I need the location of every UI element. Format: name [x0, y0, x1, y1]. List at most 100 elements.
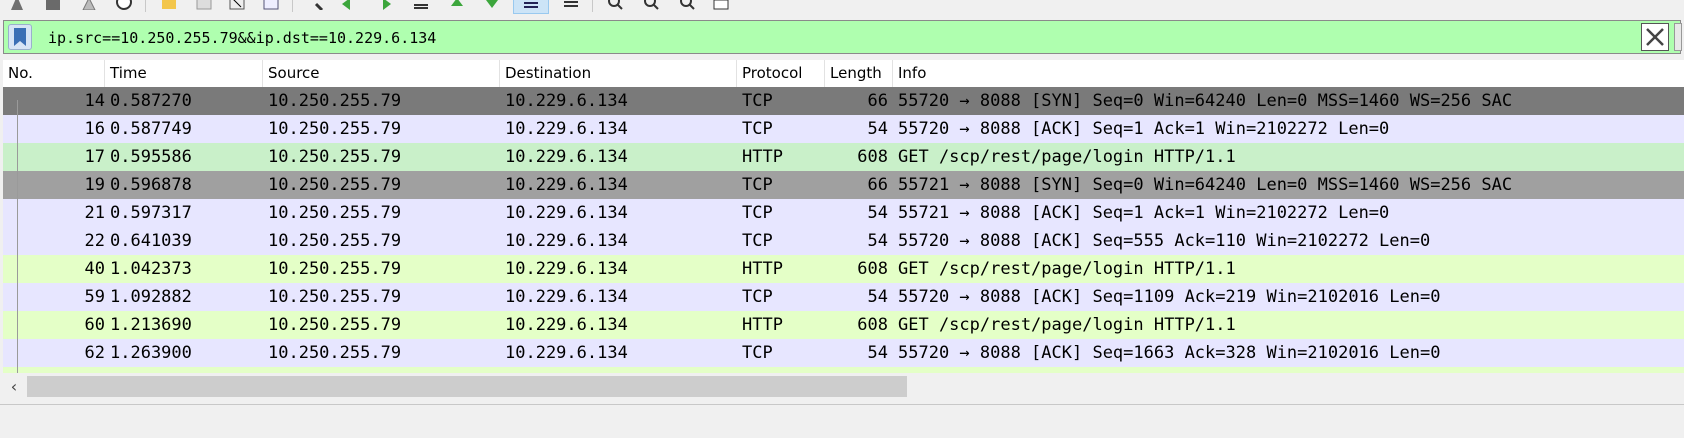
column-header-source[interactable]: Source	[263, 60, 500, 87]
packet-time: 1.213690	[110, 315, 192, 335]
packet-time: 0.641039	[110, 231, 192, 251]
go-back-icon[interactable]	[340, 0, 358, 10]
packet-no: 19	[84, 175, 105, 195]
packet-time: 1.092882	[110, 287, 192, 307]
packet-row[interactable]: 14 0.587270 10.250.255.79 10.229.6.134 T…	[3, 87, 1684, 115]
packet-row[interactable]: 21 0.597317 10.250.255.79 10.229.6.134 T…	[3, 199, 1684, 227]
packet-row[interactable]: 59 1.092882 10.250.255.79 10.229.6.134 T…	[3, 283, 1684, 311]
packet-row[interactable]: 22 0.641039 10.250.255.79 10.229.6.134 T…	[3, 227, 1684, 255]
packet-length: 54	[867, 231, 888, 251]
packet-destination: 10.229.6.134	[505, 259, 628, 279]
display-filter-input[interactable]: ip.src==10.250.255.79&&ip.dst==10.229.6.…	[48, 21, 436, 53]
column-header-protocol[interactable]: Protocol	[737, 60, 825, 87]
find-packet-icon[interactable]	[308, 0, 326, 10]
packet-no: 22	[84, 231, 105, 251]
packet-row[interactable]: 62 1.263900 10.250.255.79 10.229.6.134 T…	[3, 339, 1684, 367]
stop-icon[interactable]	[44, 0, 62, 10]
column-header-no[interactable]: No.	[3, 60, 105, 87]
packet-length: 54	[867, 203, 888, 223]
packet-info: 55720 → 8088 [ACK] Seq=1663 Ack=328 Win=…	[898, 343, 1441, 363]
resize-columns-icon[interactable]	[712, 0, 730, 10]
open-icon[interactable]	[160, 0, 178, 10]
restart-icon[interactable]	[80, 0, 98, 10]
column-header-info[interactable]: Info	[893, 60, 1684, 87]
packet-protocol: TCP	[742, 175, 773, 195]
packet-source: 10.250.255.79	[268, 259, 402, 279]
packet-destination: 10.229.6.134	[505, 287, 628, 307]
packet-length: 54	[867, 119, 888, 139]
packet-no: 40	[84, 259, 105, 279]
options-icon[interactable]	[115, 0, 133, 10]
packet-row[interactable]: 16 0.587749 10.250.255.79 10.229.6.134 T…	[3, 115, 1684, 143]
packet-no: 62	[84, 343, 105, 363]
packet-length: 54	[867, 287, 888, 307]
horizontal-scrollbar[interactable]: ‹	[3, 373, 1684, 400]
packet-source: 10.250.255.79	[268, 287, 402, 307]
conversation-bracket-line	[17, 100, 18, 400]
packet-info: 55721 → 8088 [ACK] Seq=1 Ack=1 Win=21022…	[898, 203, 1390, 223]
packet-row[interactable]: 40 1.042373 10.250.255.79 10.229.6.134 H…	[3, 255, 1684, 283]
auto-scroll-icon[interactable]	[522, 0, 540, 10]
main-toolbar	[0, 0, 1684, 14]
packet-no: 14	[84, 91, 105, 111]
packet-length: 54	[867, 343, 888, 363]
clear-filter-icon[interactable]	[1641, 23, 1669, 51]
packet-protocol: TCP	[742, 287, 773, 307]
packet-destination: 10.229.6.134	[505, 315, 628, 335]
packet-source: 10.250.255.79	[268, 315, 402, 335]
packet-row[interactable]: 60 1.213690 10.250.255.79 10.229.6.134 H…	[3, 311, 1684, 339]
packet-info: 55720 → 8088 [ACK] Seq=555 Ack=110 Win=2…	[898, 231, 1431, 251]
packet-info: 55720 → 8088 [SYN] Seq=0 Win=64240 Len=0…	[898, 91, 1513, 111]
scroll-left-icon[interactable]: ‹	[3, 373, 25, 400]
apply-filter-button[interactable]	[1674, 23, 1682, 51]
packet-protocol: TCP	[742, 119, 773, 139]
packet-destination: 10.229.6.134	[505, 119, 628, 139]
packet-row[interactable]: 17 0.595586 10.250.255.79 10.229.6.134 H…	[3, 143, 1684, 171]
packet-length: 608	[857, 315, 888, 335]
divider	[0, 404, 1684, 405]
packet-no: 59	[84, 287, 105, 307]
last-packet-icon[interactable]	[483, 0, 501, 10]
packet-source: 10.250.255.79	[268, 91, 402, 111]
reload-icon[interactable]	[262, 0, 280, 10]
packet-info: 55721 → 8088 [SYN] Seq=0 Win=64240 Len=0…	[898, 175, 1513, 195]
packet-no: 21	[84, 203, 105, 223]
packet-destination: 10.229.6.134	[505, 147, 628, 167]
packet-info: GET /scp/rest/page/login HTTP/1.1	[898, 315, 1236, 335]
colorize-icon[interactable]	[562, 0, 580, 10]
zoom-out-icon[interactable]	[642, 0, 660, 10]
packet-source: 10.250.255.79	[268, 231, 402, 251]
packet-list: No. Time Source Destination Protocol Len…	[3, 60, 1684, 400]
bookmark-icon[interactable]	[8, 24, 32, 50]
packet-time: 0.596878	[110, 175, 192, 195]
go-to-packet-icon[interactable]	[412, 0, 430, 10]
packet-source: 10.250.255.79	[268, 119, 402, 139]
close-file-icon[interactable]	[228, 0, 246, 10]
packet-time: 0.587749	[110, 119, 192, 139]
packet-length: 608	[857, 147, 888, 167]
packet-destination: 10.229.6.134	[505, 175, 628, 195]
save-icon[interactable]	[195, 0, 213, 10]
packet-length: 608	[857, 259, 888, 279]
packet-time: 1.263900	[110, 343, 192, 363]
packet-protocol: HTTP	[742, 259, 783, 279]
packet-row[interactable]: 19 0.596878 10.250.255.79 10.229.6.134 T…	[3, 171, 1684, 199]
column-header-length[interactable]: Length	[825, 60, 893, 87]
packet-time: 0.597317	[110, 203, 192, 223]
packet-list-header: No. Time Source Destination Protocol Len…	[3, 60, 1684, 88]
normal-size-icon[interactable]	[678, 0, 696, 10]
packet-source: 10.250.255.79	[268, 175, 402, 195]
first-packet-icon[interactable]	[448, 0, 466, 10]
packet-source: 10.250.255.79	[268, 343, 402, 363]
column-header-time[interactable]: Time	[105, 60, 263, 87]
shark-fin-icon[interactable]	[8, 0, 26, 10]
go-forward-icon[interactable]	[375, 0, 393, 10]
packet-destination: 10.229.6.134	[505, 343, 628, 363]
packet-destination: 10.229.6.134	[505, 203, 628, 223]
packet-protocol: HTTP	[742, 315, 783, 335]
packet-protocol: TCP	[742, 91, 773, 111]
column-header-destination[interactable]: Destination	[500, 60, 737, 87]
packet-info: 55720 → 8088 [ACK] Seq=1109 Ack=219 Win=…	[898, 287, 1441, 307]
zoom-in-icon[interactable]	[606, 0, 624, 10]
scrollbar-thumb[interactable]	[27, 376, 907, 397]
